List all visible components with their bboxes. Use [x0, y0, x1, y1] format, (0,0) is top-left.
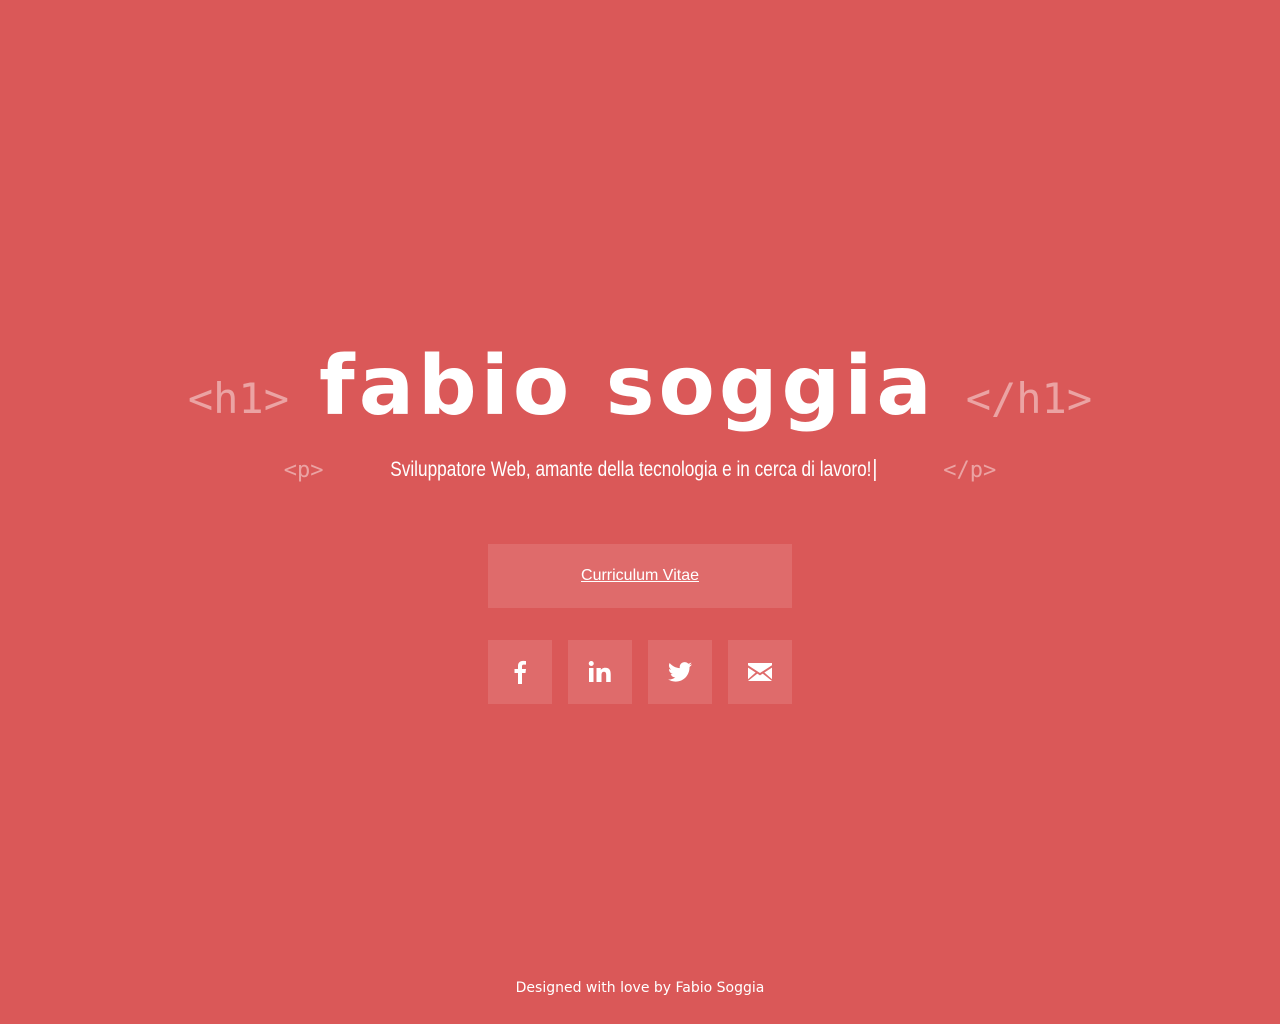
title-row: <h1> fabio soggia </h1>: [0, 340, 1280, 440]
tagline-wrapper: Sviluppatore Web, amante della tecnologi…: [390, 458, 877, 482]
p-close-tag: </p>: [943, 457, 997, 483]
page-title: fabio soggia: [319, 339, 936, 434]
curriculum-vitae-link[interactable]: Curriculum Vitae: [581, 567, 699, 585]
social-links: [488, 640, 792, 704]
footer-credit: Designed with love by Fabio Soggia: [515, 980, 765, 996]
typing-cursor: [874, 459, 877, 482]
email-button[interactable]: [728, 640, 792, 704]
curriculum-vitae-button[interactable]: Curriculum Vitae: [488, 544, 792, 608]
twitter-icon: [668, 662, 692, 682]
p-open-tag: <p>: [283, 457, 324, 483]
twitter-button[interactable]: [648, 640, 712, 704]
linkedin-icon: [588, 661, 611, 682]
h1-open-tag: <h1>: [187, 374, 290, 423]
hero-section: <h1> fabio soggia </h1> <p> Sviluppatore…: [0, 0, 1280, 1024]
facebook-icon: [514, 660, 526, 684]
tagline-text: Sviluppatore Web, amante della tecnologi…: [390, 458, 872, 481]
h1-close-tag: </h1>: [965, 374, 1093, 423]
tagline-row: <p> Sviluppatore Web, amante della tecno…: [0, 450, 1280, 490]
mail-icon: [748, 663, 772, 681]
facebook-button[interactable]: [488, 640, 552, 704]
linkedin-button[interactable]: [568, 640, 632, 704]
